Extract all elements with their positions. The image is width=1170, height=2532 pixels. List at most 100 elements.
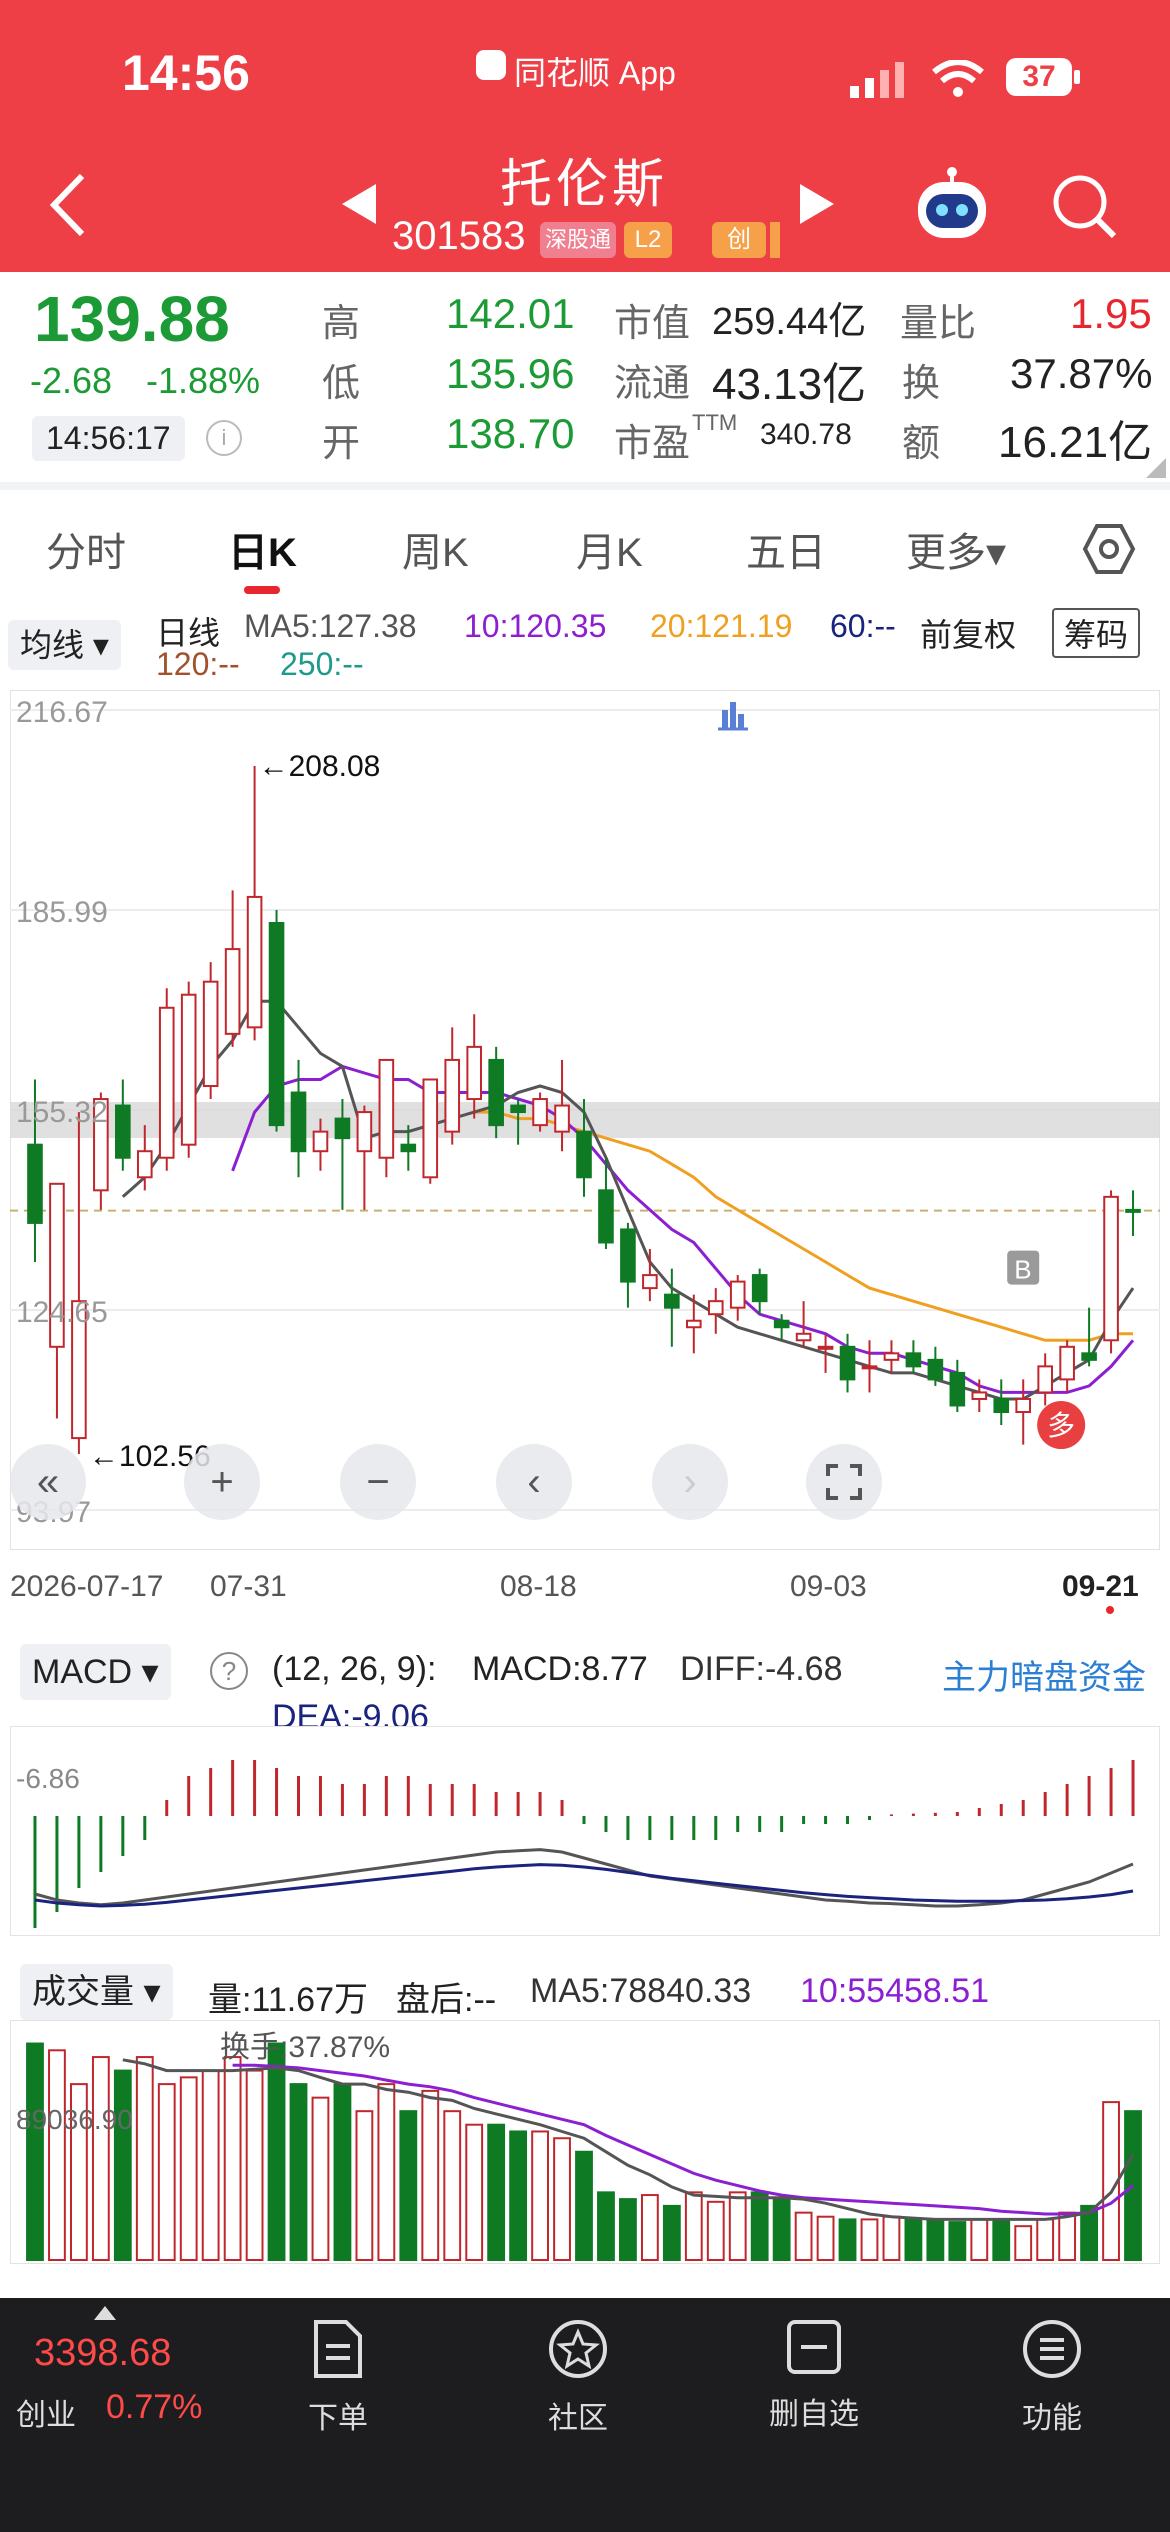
nav-functions-label: 功能 xyxy=(1022,2402,1082,2435)
chips-button[interactable]: 筹码 xyxy=(1052,608,1141,658)
candle-body xyxy=(1081,1352,1097,1361)
y-tick-label: 155.32 xyxy=(16,1096,108,1129)
candle xyxy=(422,1078,439,1184)
candle-body xyxy=(246,895,263,1029)
period-tabs: 分时 日K 周K 月K 五日 更多▾ xyxy=(0,490,1170,610)
candle-body xyxy=(817,1345,834,1350)
volume-bar xyxy=(223,2056,242,2261)
ma-indicator-row: 均线 ▾ 日线 MA5:127.38 10:120.35 20:121.19 6… xyxy=(0,600,1170,690)
candle-body xyxy=(532,1098,548,1127)
nav-community[interactable]: 社区 xyxy=(488,2318,668,2437)
candle-body xyxy=(642,1274,658,1290)
zoom-in-button[interactable]: + xyxy=(184,1444,260,1520)
candle-body xyxy=(488,1058,504,1127)
indicator-selector-label: 均线 xyxy=(20,627,85,663)
bar-chart-icon-bar xyxy=(730,702,736,728)
ma60-value: 60:-- xyxy=(830,608,896,644)
settings-hexagon-icon[interactable] xyxy=(1082,522,1136,576)
prev-button[interactable]: ‹ xyxy=(496,1444,572,1520)
volume-selector[interactable]: 成交量 ▾ xyxy=(20,1964,173,2020)
candle-body xyxy=(290,1091,307,1153)
nav-order[interactable]: 下单 xyxy=(248,2318,428,2437)
tab-week-k[interactable]: 周K xyxy=(402,520,469,578)
help-icon[interactable]: ? xyxy=(210,1652,248,1690)
search-icon[interactable] xyxy=(1052,174,1118,240)
fullscreen-button[interactable] xyxy=(806,1444,882,1520)
candle-body xyxy=(466,1045,483,1101)
mktcap-label: 市值 xyxy=(614,303,691,345)
volume-selector-label: 成交量 xyxy=(32,1973,134,2011)
volume-bar xyxy=(1058,2211,1077,2262)
triangle-right-icon[interactable] xyxy=(796,182,836,226)
adjust-mode[interactable]: 前复权 xyxy=(920,610,1016,656)
candle-body xyxy=(378,1058,395,1159)
candle xyxy=(1103,1190,1119,1354)
tab-day-k[interactable]: 日K xyxy=(228,520,297,578)
volume-bar xyxy=(465,2123,484,2261)
price-change-pct: -1.88% xyxy=(146,360,261,401)
candle-body xyxy=(971,1391,988,1400)
candle-body xyxy=(685,1319,702,1329)
zoom-out-button[interactable]: − xyxy=(340,1444,416,1520)
volume-bar xyxy=(575,2150,593,2261)
turnover-label: 换 xyxy=(902,363,941,405)
candle-body xyxy=(422,1078,439,1179)
tab-fenshi[interactable]: 分时 xyxy=(46,520,126,578)
up-caret-icon xyxy=(94,2306,116,2320)
next-button[interactable]: › xyxy=(652,1444,728,1520)
candle-body xyxy=(136,1150,153,1179)
volume-bar xyxy=(355,2110,374,2261)
index-value[interactable]: 3398.68 xyxy=(34,2332,171,2375)
robot-icon[interactable] xyxy=(912,166,992,246)
candle-body xyxy=(1015,1397,1032,1414)
nav-remove-watchlist[interactable]: 删自选 xyxy=(724,2318,904,2433)
x-label-0731: 07-31 xyxy=(210,1570,287,1603)
candle-body xyxy=(949,1371,966,1407)
volume-bar xyxy=(772,2198,791,2261)
y-tick-label: 216.67 xyxy=(16,696,108,729)
candle-body xyxy=(115,1104,131,1159)
buy-signal-b: B xyxy=(1007,1250,1040,1285)
nav-order-label: 下单 xyxy=(308,2402,368,2435)
tab-more[interactable]: 更多▾ xyxy=(906,520,1006,578)
macd-selector[interactable]: MACD ▾ xyxy=(20,1644,171,1700)
triangle-left-icon[interactable] xyxy=(340,182,380,226)
expand-corner-icon[interactable] xyxy=(1144,456,1168,480)
candle-body xyxy=(729,1280,746,1309)
open-value: 138.70 xyxy=(446,410,575,457)
indicator-selector[interactable]: 均线 ▾ xyxy=(8,620,121,670)
candle-body xyxy=(664,1293,680,1309)
candle-body xyxy=(158,1006,175,1159)
volume-bar xyxy=(706,2200,725,2262)
kline-chart[interactable]: 216.67185.99155.32124.6593.97←208.08←102… xyxy=(10,690,1160,1550)
volume-bar xyxy=(333,2083,352,2261)
high-value: 142.01 xyxy=(446,290,575,337)
info-icon[interactable]: i xyxy=(206,420,242,456)
main-dark-pool-link[interactable]: 主力暗盘资金 xyxy=(942,1650,1146,1699)
after-hours: 盘后:-- xyxy=(396,1981,497,2019)
duo-signal: 多 xyxy=(1037,1401,1086,1450)
app-logo-icon xyxy=(476,50,506,80)
candle-body xyxy=(576,1130,592,1179)
macd-params: (12, 26, 9): xyxy=(272,1650,437,1688)
volume-bar xyxy=(662,2204,681,2261)
battery-level: 37 xyxy=(1022,60,1056,93)
candle xyxy=(202,962,219,1100)
amount-label: 额 xyxy=(902,423,941,465)
candle xyxy=(268,909,285,1132)
volume-bar xyxy=(157,2083,176,2261)
nav-community-label: 社区 xyxy=(548,2402,608,2435)
signal-icon xyxy=(850,62,904,98)
back-arrow-icon[interactable] xyxy=(48,172,88,238)
nav-functions[interactable]: 功能 xyxy=(962,2318,1142,2437)
volume-bar xyxy=(860,2218,879,2261)
collapse-button[interactable]: « xyxy=(10,1444,86,1520)
low-label: 低 xyxy=(322,363,361,405)
candle-body xyxy=(1103,1195,1119,1342)
tab-five-day[interactable]: 五日 xyxy=(746,520,826,578)
tab-month-k[interactable]: 月K xyxy=(576,520,643,578)
status-time: 14:56 xyxy=(122,45,250,101)
badge-chuang: 创 xyxy=(712,222,766,258)
volume-bar xyxy=(399,2110,418,2261)
volume-ma10: 10:55458.51 xyxy=(800,1972,990,2010)
